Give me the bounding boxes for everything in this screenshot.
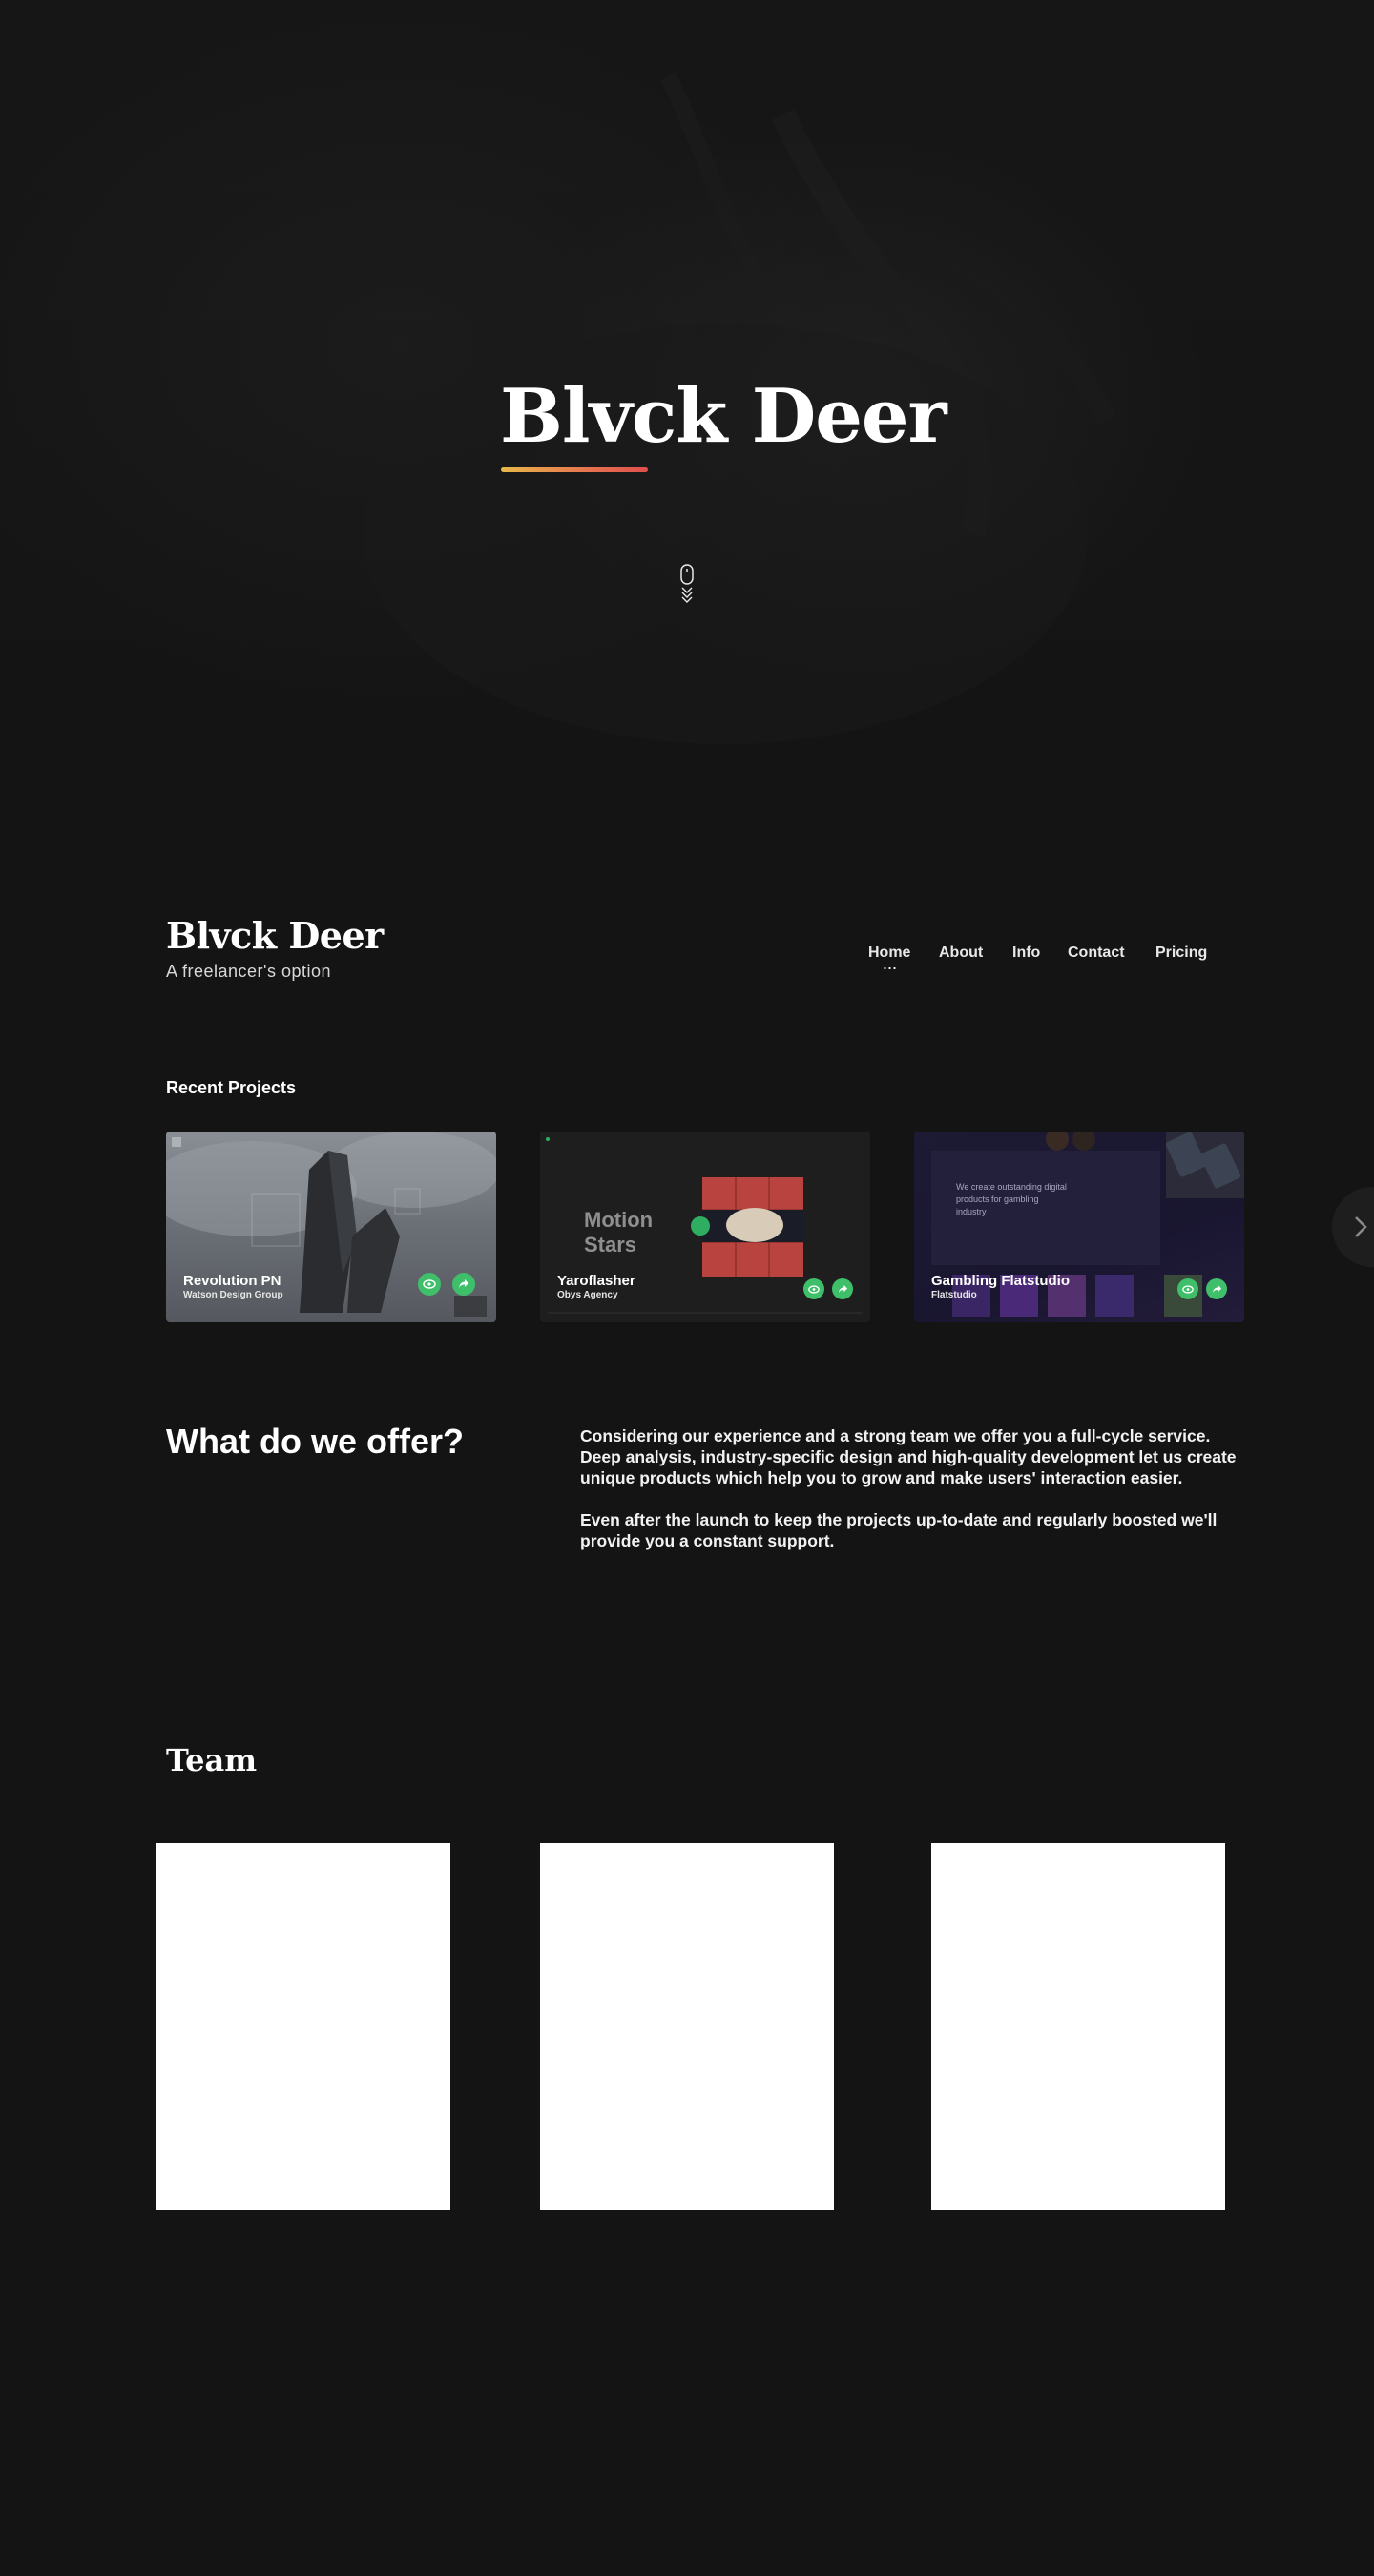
hero-title: Blvck Deer [500, 373, 947, 460]
project-title: Gambling Flatstudio [931, 1273, 1070, 1289]
hero-section: Blvck Deer [0, 0, 1374, 859]
preview-headline: We create outstanding digital products f… [956, 1182, 1067, 1216]
project-card-revolution-pn[interactable]: Revolution PN Watson Design Group [166, 1132, 496, 1322]
team-title: Team [166, 1742, 258, 1778]
chevron-right-icon [1355, 1216, 1367, 1237]
offer-paragraph-2: Even after the launch to keep the projec… [580, 1510, 1218, 1550]
team-member-card [156, 1843, 450, 2210]
nav-info[interactable]: Info [1012, 945, 1040, 962]
project-card-gambling-flatstudio[interactable]: We create outstanding digital products f… [914, 1132, 1244, 1322]
project-client: Watson Design Group [183, 1290, 283, 1300]
project-card-yaroflasher[interactable]: Motion Stars Yaroflasher Obys Agency [540, 1132, 870, 1322]
offer-description: Considering our experience and a strong … [580, 1425, 1248, 1551]
main-nav: Home About Info Contact Pricing [868, 945, 1212, 973]
nav-home[interactable]: Home [868, 945, 910, 962]
project-title: Yaroflasher [557, 1273, 635, 1289]
preview-headline: Motion Stars [584, 1208, 654, 1257]
share-icon[interactable] [452, 1273, 475, 1296]
eye-icon[interactable] [418, 1273, 441, 1296]
offer-title: What do we offer? [166, 1422, 464, 1461]
share-icon[interactable] [1206, 1278, 1227, 1299]
project-title: Revolution PN [183, 1273, 281, 1289]
carousel-next-button[interactable] [1332, 1187, 1374, 1267]
brand[interactable]: Blvck Deer A freelancer's option [166, 918, 384, 982]
recent-projects-label: Recent Projects [166, 1078, 297, 1097]
nav-pricing[interactable]: Pricing [1155, 945, 1207, 962]
offer-paragraph-1: Considering our experience and a strong … [580, 1426, 1237, 1487]
share-icon[interactable] [832, 1278, 853, 1299]
nav-contact[interactable]: Contact [1068, 945, 1125, 962]
team-member-card [931, 1843, 1225, 2210]
team-member-card [540, 1843, 834, 2210]
nav-about[interactable]: About [939, 945, 983, 962]
mouse-scroll-icon[interactable] [674, 563, 700, 605]
project-client: Flatstudio [931, 1290, 977, 1300]
brand-subtitle: A freelancer's option [166, 962, 332, 981]
eye-icon[interactable] [1177, 1278, 1198, 1299]
eye-icon[interactable] [803, 1278, 824, 1299]
project-client: Obys Agency [557, 1290, 618, 1300]
hero-title-underline [501, 467, 648, 472]
brand-title: Blvck Deer [166, 914, 384, 957]
